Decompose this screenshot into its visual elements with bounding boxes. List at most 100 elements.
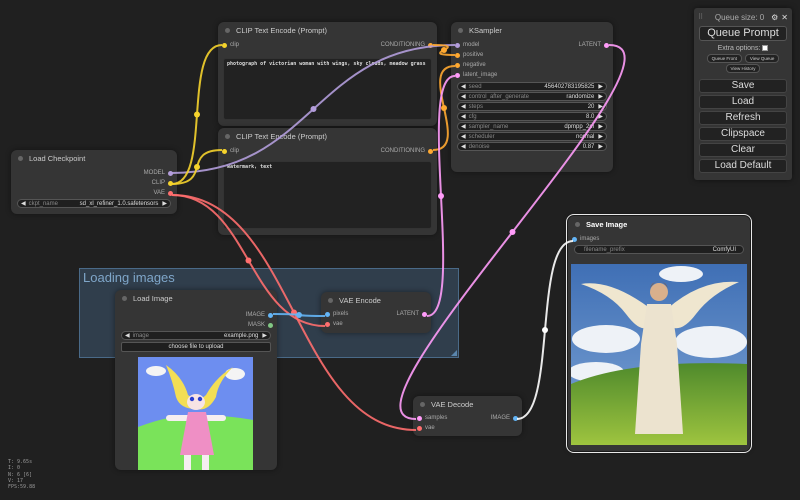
widget-scheduler[interactable]: ◀ scheduler normal ▶ bbox=[457, 132, 607, 141]
pin-samples[interactable] bbox=[417, 415, 422, 421]
pin-mask[interactable] bbox=[268, 322, 273, 328]
collapse-dot[interactable] bbox=[225, 27, 230, 33]
output-vae[interactable]: VAE bbox=[153, 190, 173, 196]
increment-arrow-icon[interactable]: ▶ bbox=[598, 83, 603, 90]
pin-images[interactable] bbox=[572, 236, 577, 242]
widget-control-after-generate[interactable]: ◀ control_after_generate randomize ▶ bbox=[457, 92, 607, 101]
upload-button[interactable]: choose file to upload bbox=[121, 342, 271, 352]
output-image[interactable]: IMAGE bbox=[246, 312, 273, 318]
node-clip-text-encode-negative[interactable]: CLIP Text Encode (Prompt) clip CONDITION… bbox=[218, 128, 437, 235]
link-image-save-center-handle[interactable] bbox=[542, 326, 548, 333]
pin-negative[interactable] bbox=[455, 62, 460, 68]
extra-options-checkbox[interactable] bbox=[762, 45, 769, 51]
input-latent-image[interactable]: latent_image bbox=[455, 72, 497, 78]
prompt-textarea[interactable]: photograph of victorian woman with wings… bbox=[223, 58, 432, 120]
pin-positive[interactable] bbox=[455, 52, 460, 58]
output-latent[interactable]: LATENT bbox=[578, 42, 609, 48]
link-clip-negative-center-handle[interactable] bbox=[194, 164, 200, 170]
output-model[interactable]: MODEL bbox=[144, 170, 173, 176]
input-images[interactable]: images bbox=[572, 236, 599, 242]
gear-icon[interactable]: ⚙ bbox=[771, 13, 778, 22]
load-default-button[interactable]: Load Default bbox=[699, 159, 787, 173]
increment-arrow-icon[interactable]: ▶ bbox=[262, 332, 267, 339]
node-title[interactable]: CLIP Text Encode (Prompt) bbox=[218, 22, 437, 38]
widget-seed[interactable]: ◀ seed 456402783195825 ▶ bbox=[457, 82, 607, 91]
node-ksampler[interactable]: KSampler model LATENT positive negative … bbox=[451, 22, 613, 172]
prompt-textarea[interactable]: watermark, text bbox=[223, 161, 432, 229]
collapse-dot[interactable] bbox=[225, 133, 230, 139]
pin-image[interactable] bbox=[513, 415, 518, 421]
refresh-button[interactable]: Refresh bbox=[699, 111, 787, 125]
increment-arrow-icon[interactable]: ▶ bbox=[598, 93, 603, 100]
node-save-image[interactable]: Save Image images filename_prefix ComfyUI bbox=[566, 214, 752, 453]
group-resize-handle[interactable] bbox=[451, 350, 457, 356]
pin-model[interactable] bbox=[168, 170, 173, 176]
pin-latent[interactable] bbox=[422, 311, 427, 317]
increment-arrow-icon[interactable]: ▶ bbox=[598, 133, 603, 140]
pin-pixels[interactable] bbox=[325, 311, 330, 317]
collapse-dot[interactable] bbox=[328, 297, 333, 303]
pin-model[interactable] bbox=[455, 42, 460, 48]
link-latent-encode-center-handle[interactable] bbox=[438, 193, 444, 200]
output-clip[interactable]: CLIP bbox=[152, 180, 173, 186]
node-clip-text-encode-positive[interactable]: CLIP Text Encode (Prompt) clip CONDITION… bbox=[218, 22, 437, 126]
output-conditioning[interactable]: CONDITIONING bbox=[381, 42, 433, 48]
node-title[interactable]: Load Checkpoint bbox=[11, 150, 177, 166]
output-image[interactable]: IMAGE bbox=[491, 415, 518, 421]
queue-prompt-button[interactable]: Queue Prompt bbox=[699, 26, 787, 41]
input-vae[interactable]: vae bbox=[325, 321, 343, 327]
pin-latent-image[interactable] bbox=[455, 72, 460, 78]
node-title[interactable]: Save Image bbox=[568, 216, 750, 232]
pin-image[interactable] bbox=[268, 312, 273, 318]
link-conditioning-negative-center-handle[interactable] bbox=[441, 105, 447, 111]
input-negative[interactable]: negative bbox=[455, 62, 486, 68]
increment-arrow-icon[interactable]: ▶ bbox=[598, 113, 603, 120]
node-title[interactable]: KSampler bbox=[451, 22, 613, 38]
save-button[interactable]: Save bbox=[699, 79, 787, 93]
widget-denoise[interactable]: ◀ denoise 0.87 ▶ bbox=[457, 142, 607, 151]
queue-front-button[interactable]: Queue Front bbox=[706, 54, 742, 63]
node-title[interactable]: VAE Decode bbox=[413, 396, 522, 412]
pin-clip[interactable] bbox=[222, 148, 227, 154]
input-clip[interactable]: clip bbox=[222, 42, 239, 48]
increment-arrow-icon[interactable]: ▶ bbox=[162, 200, 167, 207]
collapse-dot[interactable] bbox=[575, 221, 580, 227]
increment-arrow-icon[interactable]: ▶ bbox=[598, 143, 603, 150]
input-clip[interactable]: clip bbox=[222, 148, 239, 154]
drag-handle-icon[interactable]: ⠿ bbox=[698, 13, 708, 21]
node-vae-encode[interactable]: VAE Encode pixels LATENT vae bbox=[321, 292, 431, 333]
view-history-button[interactable]: View History bbox=[725, 64, 761, 73]
node-vae-decode[interactable]: VAE Decode samples IMAGE vae bbox=[413, 396, 522, 436]
clipspace-button[interactable]: Clipspace bbox=[699, 127, 787, 141]
collapse-dot[interactable] bbox=[458, 27, 463, 33]
input-positive[interactable]: positive bbox=[455, 52, 483, 58]
output-mask[interactable]: MASK bbox=[248, 322, 273, 328]
link-conditioning-positive-center-handle[interactable] bbox=[441, 47, 447, 54]
pin-latent[interactable] bbox=[604, 42, 609, 48]
increment-arrow-icon[interactable]: ▶ bbox=[598, 103, 603, 110]
pin-vae[interactable] bbox=[417, 425, 422, 431]
node-load-image[interactable]: Load Image IMAGE MASK ◀ image example.png ▶… bbox=[115, 290, 277, 470]
output-latent[interactable]: LATENT bbox=[396, 311, 427, 317]
graph-canvas[interactable]: Loading images Load Checkpoint MODEL CLI… bbox=[0, 0, 800, 500]
input-samples[interactable]: samples bbox=[417, 415, 447, 421]
view-queue-button[interactable]: View Queue bbox=[744, 54, 780, 63]
collapse-dot[interactable] bbox=[122, 295, 127, 301]
load-button[interactable]: Load bbox=[699, 95, 787, 109]
widget-steps[interactable]: ◀ steps 20 ▶ bbox=[457, 102, 607, 111]
pin-clip[interactable] bbox=[168, 180, 173, 186]
node-title[interactable]: VAE Encode bbox=[321, 292, 431, 308]
close-icon[interactable]: ✕ bbox=[781, 13, 788, 22]
collapse-dot[interactable] bbox=[420, 401, 425, 407]
pin-clip[interactable] bbox=[222, 42, 227, 48]
widget-image[interactable]: ◀ image example.png ▶ bbox=[121, 331, 271, 340]
pin-conditioning[interactable] bbox=[428, 42, 433, 48]
increment-arrow-icon[interactable]: ▶ bbox=[598, 123, 603, 130]
input-vae[interactable]: vae bbox=[417, 425, 435, 431]
output-conditioning[interactable]: CONDITIONING bbox=[381, 148, 433, 154]
collapse-dot[interactable] bbox=[18, 155, 23, 161]
input-pixels[interactable]: pixels bbox=[325, 311, 348, 317]
link-vae-encode-center-handle[interactable] bbox=[245, 257, 252, 264]
input-model[interactable]: model bbox=[455, 42, 479, 48]
node-title[interactable]: CLIP Text Encode (Prompt) bbox=[218, 128, 437, 144]
